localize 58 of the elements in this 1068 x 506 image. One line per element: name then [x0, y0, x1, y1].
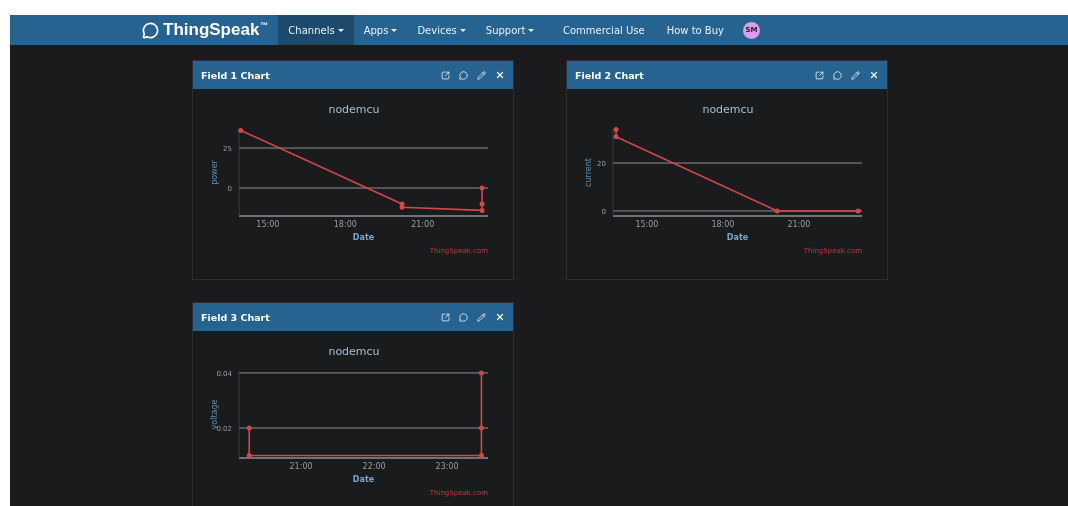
nav-menu[interactable]: Apps: [353, 15, 408, 45]
panel-title: Field 2 Chart: [575, 69, 645, 81]
comment-icon[interactable]: [459, 312, 468, 322]
panel-title: Field 3 Chart: [201, 311, 271, 323]
panel-title: Field 1 Chart: [201, 69, 271, 81]
chart-title: nodemcu: [328, 103, 380, 116]
pencil-icon[interactable]: [477, 312, 486, 322]
close-icon[interactable]: [495, 312, 505, 322]
nav-menu[interactable]: Support: [475, 15, 545, 45]
x-tick-label: 21:00: [411, 220, 435, 229]
pencil-icon[interactable]: [477, 70, 486, 80]
caret-icon: [391, 28, 398, 32]
x-tick-label: 22:00: [362, 462, 386, 471]
data-point: [855, 208, 861, 214]
logo-text: ThingSpeak: [163, 20, 260, 40]
data-point: [478, 425, 484, 431]
nav-link[interactable]: How to Buy: [655, 15, 735, 45]
x-tick-label: 18:00: [333, 220, 357, 229]
nav-menu[interactable]: Channels: [278, 15, 354, 45]
data-point: [613, 127, 619, 132]
x-axis-label: Date: [352, 475, 375, 484]
nav-menu[interactable]: Devices: [407, 15, 476, 45]
nav-link[interactable]: Commercial Use: [552, 15, 656, 45]
external-link-icon[interactable]: [815, 70, 824, 80]
data-point: [478, 370, 484, 376]
data-point: [246, 425, 252, 431]
x-tick-label: 15:00: [256, 220, 280, 229]
x-tick-label: 21:00: [289, 462, 313, 471]
x-tick-label: 18:00: [711, 220, 735, 229]
data-point: [238, 127, 244, 133]
x-axis-label: Date: [352, 233, 375, 242]
chart-title: nodemcu: [702, 103, 754, 116]
data-point: [613, 134, 619, 140]
y-axis-label: power: [210, 160, 219, 185]
caret-icon: [528, 28, 535, 32]
caret-icon: [459, 28, 466, 32]
external-link-icon[interactable]: [441, 70, 450, 80]
speech-bubble-icon: [142, 21, 159, 39]
trademark-sign: ™: [260, 21, 269, 30]
caret-icon: [337, 28, 344, 32]
pencil-icon[interactable]: [851, 70, 860, 80]
comment-icon[interactable]: [459, 70, 468, 80]
data-point: [479, 185, 485, 191]
y-axis-label: voltage: [210, 399, 219, 430]
x-tick-label: 15:00: [635, 220, 659, 229]
close-icon[interactable]: [495, 70, 505, 80]
close-icon[interactable]: [869, 70, 879, 80]
data-point: [246, 453, 252, 458]
data-point: [774, 208, 780, 214]
data-point: [478, 453, 484, 458]
y-axis-label: current: [584, 158, 593, 187]
x-tick-label: 23:00: [435, 462, 459, 471]
logo[interactable]: ThingSpeak™: [142, 15, 269, 45]
external-link-icon[interactable]: [441, 312, 450, 322]
comment-icon[interactable]: [833, 70, 842, 80]
x-tick-label: 21:00: [787, 220, 811, 229]
chart-title: nodemcu: [328, 345, 380, 358]
x-axis-label: Date: [726, 233, 749, 242]
